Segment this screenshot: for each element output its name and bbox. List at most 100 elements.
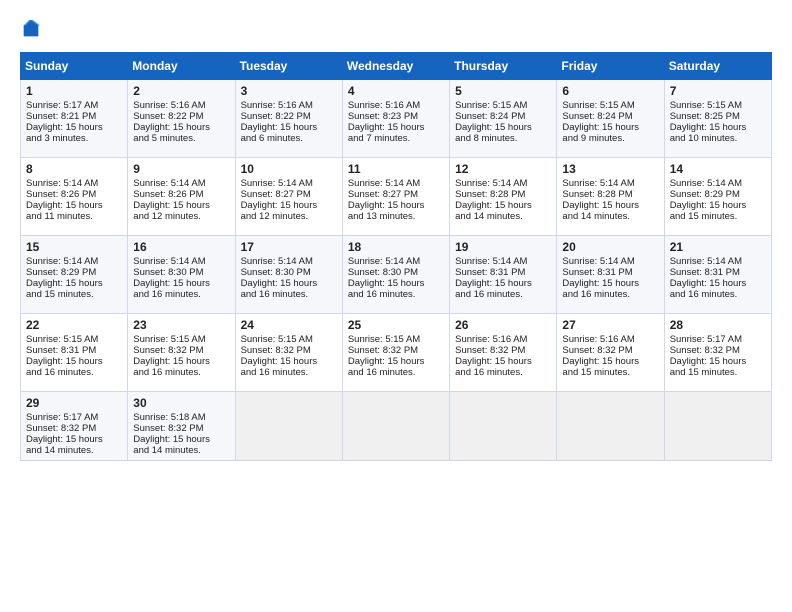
calendar-table: SundayMondayTuesdayWednesdayThursdayFrid… bbox=[20, 52, 772, 461]
day-info: and 16 minutes. bbox=[241, 289, 337, 300]
day-number: 29 bbox=[26, 396, 122, 410]
day-info: Daylight: 15 hours bbox=[241, 200, 337, 211]
day-info: Daylight: 15 hours bbox=[133, 200, 229, 211]
day-info: and 11 minutes. bbox=[26, 211, 122, 222]
day-info: Sunrise: 5:14 AM bbox=[26, 256, 122, 267]
day-info: Daylight: 15 hours bbox=[133, 122, 229, 133]
day-info: Sunrise: 5:16 AM bbox=[133, 100, 229, 111]
week-row-1: 8Sunrise: 5:14 AMSunset: 8:26 PMDaylight… bbox=[21, 158, 772, 236]
day-info: and 16 minutes. bbox=[241, 367, 337, 378]
day-info: Daylight: 15 hours bbox=[241, 356, 337, 367]
day-info: Daylight: 15 hours bbox=[26, 356, 122, 367]
day-number: 1 bbox=[26, 84, 122, 98]
day-info: Daylight: 15 hours bbox=[670, 200, 766, 211]
calendar-cell bbox=[450, 392, 557, 461]
calendar-cell: 24Sunrise: 5:15 AMSunset: 8:32 PMDayligh… bbox=[235, 314, 342, 392]
logo bbox=[20, 18, 46, 40]
calendar-cell: 22Sunrise: 5:15 AMSunset: 8:31 PMDayligh… bbox=[21, 314, 128, 392]
day-number: 13 bbox=[562, 162, 658, 176]
day-info: Daylight: 15 hours bbox=[348, 200, 444, 211]
day-info: and 16 minutes. bbox=[455, 367, 551, 378]
day-info: Sunset: 8:31 PM bbox=[562, 267, 658, 278]
day-info: Daylight: 15 hours bbox=[26, 434, 122, 445]
calendar-cell: 10Sunrise: 5:14 AMSunset: 8:27 PMDayligh… bbox=[235, 158, 342, 236]
day-number: 4 bbox=[348, 84, 444, 98]
calendar-cell: 7Sunrise: 5:15 AMSunset: 8:25 PMDaylight… bbox=[664, 80, 771, 158]
day-info: Sunrise: 5:14 AM bbox=[241, 178, 337, 189]
day-info: Sunset: 8:25 PM bbox=[670, 111, 766, 122]
day-info: Sunrise: 5:14 AM bbox=[562, 178, 658, 189]
calendar-cell: 2Sunrise: 5:16 AMSunset: 8:22 PMDaylight… bbox=[128, 80, 235, 158]
header-cell-thursday: Thursday bbox=[450, 53, 557, 80]
page: SundayMondayTuesdayWednesdayThursdayFrid… bbox=[0, 0, 792, 612]
day-info: Daylight: 15 hours bbox=[26, 200, 122, 211]
day-info: Sunrise: 5:15 AM bbox=[241, 334, 337, 345]
calendar-cell: 3Sunrise: 5:16 AMSunset: 8:22 PMDaylight… bbox=[235, 80, 342, 158]
day-info: Sunset: 8:22 PM bbox=[241, 111, 337, 122]
day-info: Sunset: 8:32 PM bbox=[455, 345, 551, 356]
day-info: Sunset: 8:26 PM bbox=[26, 189, 122, 200]
day-info: Sunset: 8:32 PM bbox=[26, 423, 122, 434]
day-info: and 14 minutes. bbox=[562, 211, 658, 222]
day-info: Sunset: 8:27 PM bbox=[241, 189, 337, 200]
day-info: Sunset: 8:32 PM bbox=[670, 345, 766, 356]
day-info: and 16 minutes. bbox=[455, 289, 551, 300]
day-number: 22 bbox=[26, 318, 122, 332]
day-info: Sunrise: 5:14 AM bbox=[562, 256, 658, 267]
day-info: Sunrise: 5:17 AM bbox=[670, 334, 766, 345]
day-info: Sunrise: 5:14 AM bbox=[348, 256, 444, 267]
day-info: Sunset: 8:28 PM bbox=[562, 189, 658, 200]
day-number: 16 bbox=[133, 240, 229, 254]
day-info: and 16 minutes. bbox=[348, 367, 444, 378]
day-info: Sunrise: 5:14 AM bbox=[670, 256, 766, 267]
calendar-cell: 4Sunrise: 5:16 AMSunset: 8:23 PMDaylight… bbox=[342, 80, 449, 158]
day-info: Sunset: 8:32 PM bbox=[241, 345, 337, 356]
day-number: 15 bbox=[26, 240, 122, 254]
day-number: 26 bbox=[455, 318, 551, 332]
day-number: 18 bbox=[348, 240, 444, 254]
day-info: and 7 minutes. bbox=[348, 133, 444, 144]
day-info: and 16 minutes. bbox=[562, 289, 658, 300]
day-info: Sunrise: 5:15 AM bbox=[670, 100, 766, 111]
day-info: Sunrise: 5:15 AM bbox=[133, 334, 229, 345]
day-info: Daylight: 15 hours bbox=[348, 356, 444, 367]
day-number: 25 bbox=[348, 318, 444, 332]
header-cell-friday: Friday bbox=[557, 53, 664, 80]
day-info: and 15 minutes. bbox=[670, 211, 766, 222]
day-info: Sunset: 8:30 PM bbox=[133, 267, 229, 278]
calendar-cell: 8Sunrise: 5:14 AMSunset: 8:26 PMDaylight… bbox=[21, 158, 128, 236]
day-info: and 16 minutes. bbox=[26, 367, 122, 378]
calendar-cell: 15Sunrise: 5:14 AMSunset: 8:29 PMDayligh… bbox=[21, 236, 128, 314]
day-info: Sunrise: 5:14 AM bbox=[348, 178, 444, 189]
day-info: Sunrise: 5:14 AM bbox=[26, 178, 122, 189]
day-info: Sunrise: 5:15 AM bbox=[455, 100, 551, 111]
calendar-cell: 25Sunrise: 5:15 AMSunset: 8:32 PMDayligh… bbox=[342, 314, 449, 392]
day-number: 27 bbox=[562, 318, 658, 332]
calendar-cell: 13Sunrise: 5:14 AMSunset: 8:28 PMDayligh… bbox=[557, 158, 664, 236]
header bbox=[20, 18, 772, 40]
day-number: 17 bbox=[241, 240, 337, 254]
day-info: and 14 minutes. bbox=[133, 445, 229, 456]
day-info: Daylight: 15 hours bbox=[348, 122, 444, 133]
day-info: Sunset: 8:32 PM bbox=[562, 345, 658, 356]
day-info: and 15 minutes. bbox=[26, 289, 122, 300]
day-info: Daylight: 15 hours bbox=[455, 356, 551, 367]
day-info: and 3 minutes. bbox=[26, 133, 122, 144]
calendar-cell: 21Sunrise: 5:14 AMSunset: 8:31 PMDayligh… bbox=[664, 236, 771, 314]
day-info: Daylight: 15 hours bbox=[455, 278, 551, 289]
day-info: and 16 minutes. bbox=[133, 289, 229, 300]
calendar-cell: 6Sunrise: 5:15 AMSunset: 8:24 PMDaylight… bbox=[557, 80, 664, 158]
day-info: Sunrise: 5:16 AM bbox=[241, 100, 337, 111]
day-info: Sunset: 8:32 PM bbox=[348, 345, 444, 356]
day-info: Daylight: 15 hours bbox=[241, 278, 337, 289]
day-info: Sunset: 8:28 PM bbox=[455, 189, 551, 200]
day-info: Sunset: 8:24 PM bbox=[562, 111, 658, 122]
day-info: Daylight: 15 hours bbox=[133, 356, 229, 367]
calendar-cell: 23Sunrise: 5:15 AMSunset: 8:32 PMDayligh… bbox=[128, 314, 235, 392]
day-number: 5 bbox=[455, 84, 551, 98]
day-info: Sunrise: 5:17 AM bbox=[26, 412, 122, 423]
day-info: and 5 minutes. bbox=[133, 133, 229, 144]
logo-icon bbox=[20, 18, 42, 40]
calendar-cell: 27Sunrise: 5:16 AMSunset: 8:32 PMDayligh… bbox=[557, 314, 664, 392]
day-info: Sunset: 8:31 PM bbox=[455, 267, 551, 278]
